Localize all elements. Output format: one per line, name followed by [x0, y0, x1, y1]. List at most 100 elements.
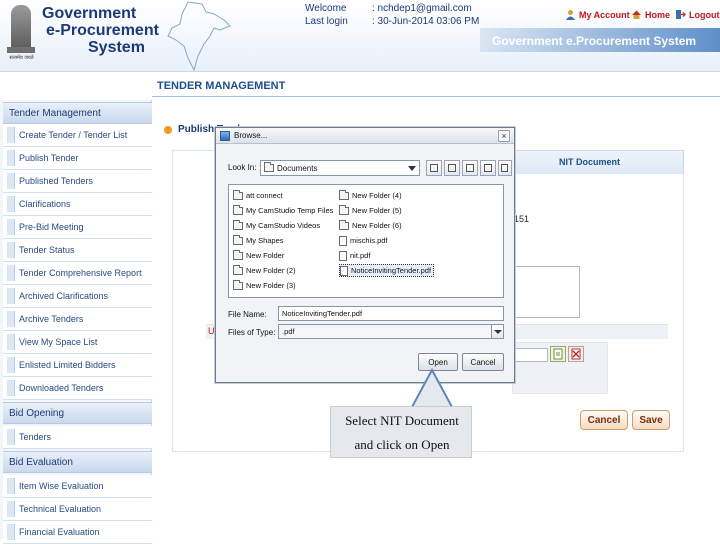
list-view-button[interactable]: [480, 160, 496, 176]
list-item[interactable]: att connect: [233, 189, 283, 202]
attach-button[interactable]: [550, 346, 566, 362]
cancel-button[interactable]: Cancel: [580, 410, 628, 430]
home-link[interactable]: Home: [631, 9, 670, 20]
site-header: सत्यमेव जयते Government e-Procurement Sy…: [0, 0, 720, 72]
sidebar: Tender Management Create Tender / Tender…: [0, 100, 152, 544]
sidebar-item-my-space-list[interactable]: View My Space List: [3, 331, 152, 354]
list-view-icon: [484, 164, 492, 172]
tab-nit-document[interactable]: NIT Document: [512, 150, 684, 174]
sidebar-item-clarifications[interactable]: Clarifications: [3, 193, 152, 216]
sidebar-item-archive-tenders[interactable]: Archive Tenders: [3, 308, 152, 331]
list-item[interactable]: My Shapes: [233, 234, 284, 247]
home-label: Home: [645, 9, 671, 20]
up-one-level-button[interactable]: [426, 160, 442, 176]
file-path-input[interactable]: [512, 348, 548, 362]
dialog-titlebar[interactable]: Browse... ×: [216, 128, 514, 144]
list-item[interactable]: New Folder: [233, 249, 284, 262]
sidebar-item-publish-tender[interactable]: Publish Tender: [3, 147, 152, 170]
sidebar-item-enlisted-bidders[interactable]: Enlisted Limited Bidders: [3, 354, 152, 377]
instruction-callout: Select NIT Document and click on Open: [330, 406, 472, 458]
sidebar-item-item-wise-evaluation[interactable]: Item Wise Evaluation: [3, 475, 152, 498]
sidebar-item-technical-evaluation[interactable]: Technical Evaluation: [3, 498, 152, 521]
sidebar-item-archived-clarifications[interactable]: Archived Clarifications: [3, 285, 152, 308]
file-type-value: .pdf: [282, 327, 295, 336]
list-item[interactable]: New Folder (2): [233, 264, 296, 277]
list-item[interactable]: New Folder (6): [339, 219, 402, 232]
chevron-down-icon: [491, 325, 503, 338]
logout-link[interactable]: Logout: [675, 9, 720, 20]
new-folder-button[interactable]: [462, 160, 478, 176]
file-name-label: File Name:: [228, 310, 267, 319]
folder-icon: [233, 219, 243, 230]
list-item[interactable]: New Folder (3): [233, 279, 296, 292]
emblem-figure: [11, 5, 31, 49]
look-in-select[interactable]: Documents: [260, 160, 420, 176]
logout-icon: [676, 10, 686, 19]
java-app-icon: [220, 131, 230, 141]
home-icon: [632, 10, 641, 19]
last-login-label: Last login: [305, 16, 348, 27]
list-item[interactable]: New Folder (4): [339, 189, 402, 202]
details-view-button[interactable]: [498, 160, 512, 176]
home-folder-button[interactable]: [444, 160, 460, 176]
list-item[interactable]: mischis.pdf: [339, 234, 388, 247]
sidebar-item-comprehensive-report[interactable]: Tender Comprehensive Report: [3, 262, 152, 285]
sidebar-item-create-tender[interactable]: Create Tender / Tender List: [3, 124, 152, 147]
emblem-base: [7, 47, 35, 53]
folder-icon: [339, 204, 349, 215]
sidebar-item-tender-status[interactable]: Tender Status: [3, 239, 152, 262]
details-view-icon: [501, 164, 508, 172]
sidebar-section-bid-opening[interactable]: Bid Opening: [3, 402, 152, 424]
my-account-link[interactable]: My Account: [565, 9, 630, 20]
folder-icon: [233, 279, 243, 290]
list-item[interactable]: nit.pdf: [339, 249, 370, 262]
attach-icon: [553, 348, 563, 360]
logo-line-1: Government: [42, 5, 137, 22]
browse-dialog: Browse... × Look In: Documents att conne…: [215, 127, 515, 383]
folder-icon: [233, 249, 243, 260]
sidebar-section-bid-evaluation[interactable]: Bid Evaluation: [3, 451, 152, 473]
system-title: Government e.Procurement System: [492, 34, 697, 48]
logo-line-3: System: [88, 39, 145, 56]
list-item[interactable]: My CamStudio Temp Files: [233, 204, 333, 217]
logo-line-2: e-Procurement: [46, 22, 159, 39]
home-folder-icon: [448, 164, 456, 172]
new-folder-icon: [466, 164, 474, 172]
close-icon[interactable]: ×: [498, 130, 510, 142]
file-type-select[interactable]: .pdf: [278, 324, 504, 339]
file-icon: [339, 250, 347, 261]
file-type-label: Files of Type:: [228, 328, 276, 337]
list-item-selected[interactable]: NoticeInvitingTender.pdf: [339, 264, 435, 277]
callout-pointer: [410, 368, 454, 408]
save-button[interactable]: Save: [632, 410, 670, 430]
folder-icon: [264, 162, 274, 172]
heading-divider: [152, 96, 720, 97]
look-in-label: Look In:: [228, 163, 257, 172]
chevron-down-icon: [408, 166, 416, 171]
folder-icon: [233, 204, 243, 215]
sidebar-section-tender-management[interactable]: Tender Management: [3, 102, 152, 124]
look-in-value: Documents: [277, 164, 318, 173]
national-emblem: सत्यमेव जयते: [5, 3, 38, 65]
file-name-input[interactable]: NoticeInvitingTender.pdf: [278, 306, 504, 321]
list-item[interactable]: My CamStudio Videos: [233, 219, 320, 232]
sidebar-item-published-tenders[interactable]: Published Tenders: [3, 170, 152, 193]
sidebar-item-downloaded-tenders[interactable]: Downloaded Tenders: [3, 377, 152, 400]
file-icon: [340, 265, 348, 276]
file-icon: [339, 235, 347, 246]
bullet-icon: [164, 126, 172, 134]
delete-button[interactable]: [568, 346, 584, 362]
list-item[interactable]: New Folder (5): [339, 204, 402, 217]
sidebar-item-pre-bid-meeting[interactable]: Pre-Bid Meeting: [3, 216, 152, 239]
delete-icon: [571, 348, 581, 360]
tender-number-fragment: 151: [514, 214, 530, 224]
dialog-cancel-button[interactable]: Cancel: [462, 353, 504, 371]
sidebar-item-tenders[interactable]: Tenders: [3, 426, 152, 449]
india-map-icon: [167, 1, 231, 72]
welcome-label: Welcome: [305, 3, 347, 14]
user-icon: [566, 10, 575, 20]
sidebar-item-financial-evaluation[interactable]: Financial Evaluation: [3, 521, 152, 544]
file-list: att connect My CamStudio Temp Files My C…: [228, 184, 504, 298]
description-textarea[interactable]: [512, 266, 580, 318]
page-title: TENDER MANAGEMENT: [157, 80, 286, 92]
